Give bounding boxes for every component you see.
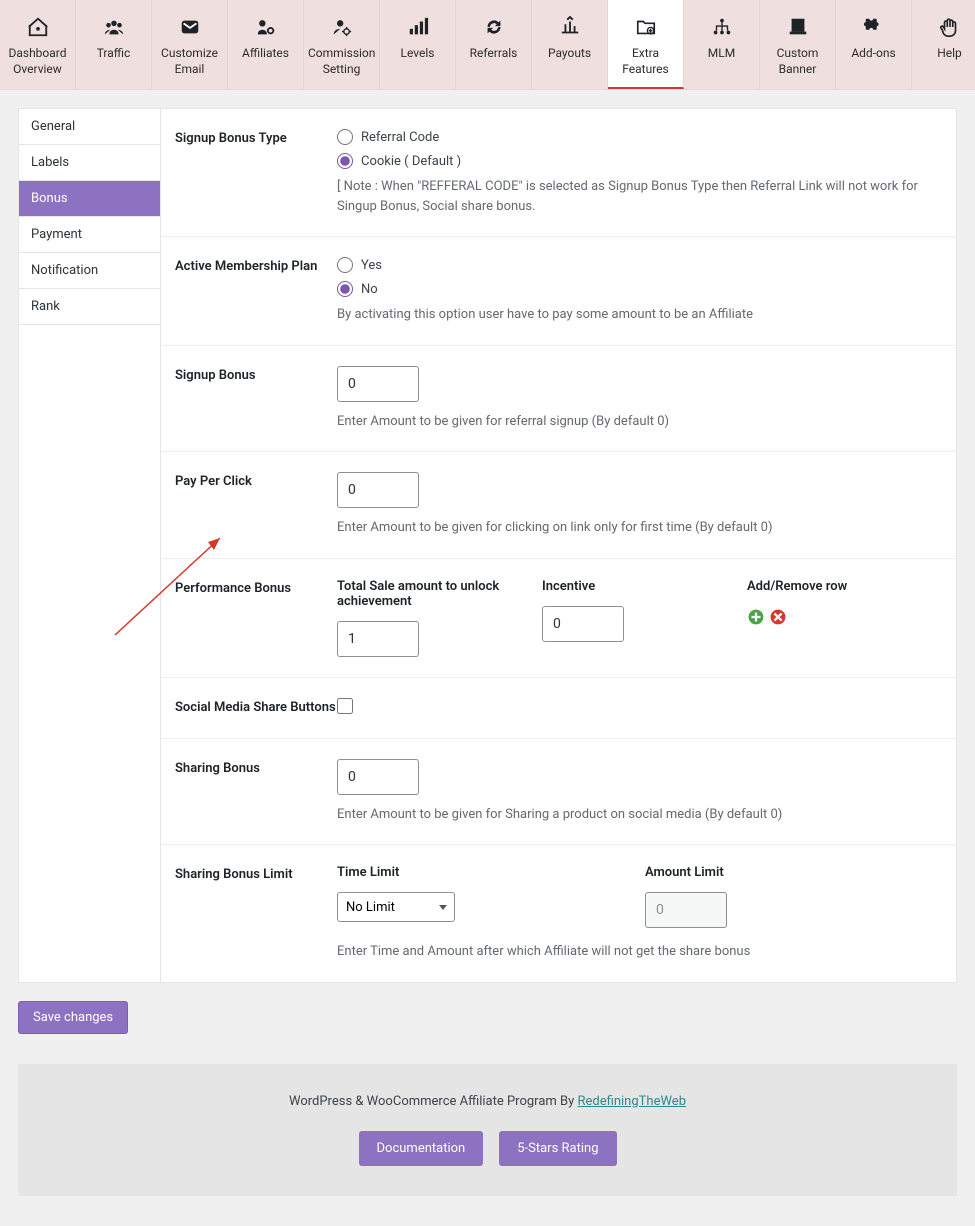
- sidebar-item-rank[interactable]: Rank: [19, 289, 160, 325]
- footer: WordPress & WooCommerce Affiliate Progra…: [18, 1064, 957, 1196]
- input-amount-limit[interactable]: [645, 892, 727, 928]
- topnav-payouts[interactable]: Payouts: [532, 0, 608, 89]
- head-total-sale: Total Sale amount to unlock achievement: [337, 579, 542, 609]
- label-sharing-bonus-limit: Sharing Bonus Limit: [175, 865, 337, 962]
- sidebar-item-general[interactable]: General: [19, 109, 160, 145]
- head-amount-limit: Amount Limit: [645, 865, 727, 880]
- radio-cookie-default[interactable]: Cookie ( Default ): [337, 153, 942, 169]
- sidebar-item-bonus[interactable]: Bonus: [19, 181, 160, 217]
- affiliate-icon: [232, 14, 299, 40]
- topnav-traffic[interactable]: Traffic: [76, 0, 152, 89]
- sidebar-item-notification[interactable]: Notification: [19, 253, 160, 289]
- row-pay-per-click: Pay Per Click Enter Amount to be given f…: [161, 452, 956, 559]
- topnav-dashboard-overview[interactable]: Dashboard Overview: [0, 0, 76, 89]
- label-sharing-bonus: Sharing Bonus: [175, 759, 337, 825]
- documentation-button[interactable]: Documentation: [359, 1131, 484, 1166]
- radio-referral-code[interactable]: Referral Code: [337, 129, 942, 145]
- radio-membership-no[interactable]: No: [337, 281, 942, 297]
- head-add-remove: Add/Remove row: [747, 579, 942, 594]
- add-row-icon[interactable]: [747, 608, 765, 630]
- topnav-levels[interactable]: Levels: [380, 0, 456, 89]
- remove-row-icon[interactable]: [769, 608, 787, 630]
- users-icon: [80, 14, 147, 40]
- settings-panel: GeneralLabelsBonusPaymentNotificationRan…: [18, 108, 957, 983]
- topnav-customize-email[interactable]: Customize Email: [152, 0, 228, 89]
- label-signup-bonus-type: Signup Bonus Type: [175, 129, 337, 216]
- banner-icon: [764, 14, 831, 40]
- folder-plus-icon: [612, 14, 679, 40]
- footer-text: WordPress & WooCommerce Affiliate Progra…: [38, 1094, 937, 1109]
- sidebar-item-labels[interactable]: Labels: [19, 145, 160, 181]
- topnav-affiliates[interactable]: Affiliates: [228, 0, 304, 89]
- row-active-membership: Active Membership Plan Yes No By activat…: [161, 237, 956, 346]
- checkbox-social-share[interactable]: [337, 698, 353, 714]
- topnav-add-ons[interactable]: Add-ons: [836, 0, 912, 89]
- payout-icon: [536, 14, 603, 40]
- input-pay-per-click[interactable]: [337, 472, 419, 508]
- topnav-custom-banner[interactable]: Custom Banner: [760, 0, 836, 89]
- radio-membership-yes[interactable]: Yes: [337, 257, 942, 273]
- cycle-icon: [460, 14, 527, 40]
- head-time-limit: Time Limit: [337, 865, 645, 880]
- mail-icon: [156, 14, 223, 40]
- label-pay-per-click: Pay Per Click: [175, 472, 337, 538]
- input-incentive[interactable]: [542, 606, 624, 642]
- footer-link[interactable]: RedefiningTheWeb: [578, 1094, 687, 1109]
- label-performance-bonus: Performance Bonus: [175, 579, 337, 657]
- row-sharing-bonus: Sharing Bonus Enter Amount to be given f…: [161, 739, 956, 846]
- tree-icon: [688, 14, 755, 40]
- rating-button[interactable]: 5-Stars Rating: [499, 1131, 616, 1166]
- topnav-referrals[interactable]: Referrals: [456, 0, 532, 89]
- sidebar-item-payment[interactable]: Payment: [19, 217, 160, 253]
- settings-content: Signup Bonus Type Referral Code Cookie (…: [161, 109, 956, 982]
- topnav-extra-features[interactable]: Extra Features: [608, 0, 684, 89]
- row-signup-bonus: Signup Bonus Enter Amount to be given fo…: [161, 346, 956, 453]
- input-total-sale[interactable]: [337, 621, 419, 657]
- row-performance-bonus: Performance Bonus Total Sale amount to u…: [161, 559, 956, 678]
- label-signup-bonus: Signup Bonus: [175, 366, 337, 432]
- input-signup-bonus[interactable]: [337, 366, 419, 402]
- note-signup-bonus: Enter Amount to be given for referral si…: [337, 412, 942, 432]
- note-sharing-bonus-limit: Enter Time and Amount after which Affili…: [337, 942, 942, 962]
- label-social-share-buttons: Social Media Share Buttons: [175, 698, 337, 718]
- select-time-limit[interactable]: No Limit: [337, 892, 455, 922]
- label-active-membership: Active Membership Plan: [175, 257, 337, 325]
- topnav-commission-setting[interactable]: Commission Setting: [304, 0, 380, 89]
- settings-sidebar: GeneralLabelsBonusPaymentNotificationRan…: [19, 109, 161, 982]
- topnav-mlm[interactable]: MLM: [684, 0, 760, 89]
- input-sharing-bonus[interactable]: [337, 759, 419, 795]
- note-sharing-bonus: Enter Amount to be given for Sharing a p…: [337, 805, 942, 825]
- hand-icon: [916, 14, 975, 40]
- home-icon: [4, 14, 71, 40]
- bars-icon: [384, 14, 451, 40]
- save-button[interactable]: Save changes: [18, 1001, 128, 1034]
- head-incentive: Incentive: [542, 579, 747, 594]
- person-gear-icon: [308, 14, 375, 40]
- note-active-membership: By activating this option user have to p…: [337, 305, 942, 325]
- note-pay-per-click: Enter Amount to be given for clicking on…: [337, 518, 942, 538]
- puzzle-icon: [840, 14, 907, 40]
- note-signup-bonus-type: [ Note : When "REFFERAL CODE" is selecte…: [337, 177, 942, 216]
- row-signup-bonus-type: Signup Bonus Type Referral Code Cookie (…: [161, 109, 956, 237]
- row-social-share-buttons: Social Media Share Buttons: [161, 678, 956, 739]
- row-sharing-bonus-limit: Sharing Bonus Limit Time Limit No Limit …: [161, 845, 956, 982]
- topnav-help[interactable]: Help: [912, 0, 975, 89]
- top-navigation: Dashboard OverviewTrafficCustomize Email…: [0, 0, 975, 90]
